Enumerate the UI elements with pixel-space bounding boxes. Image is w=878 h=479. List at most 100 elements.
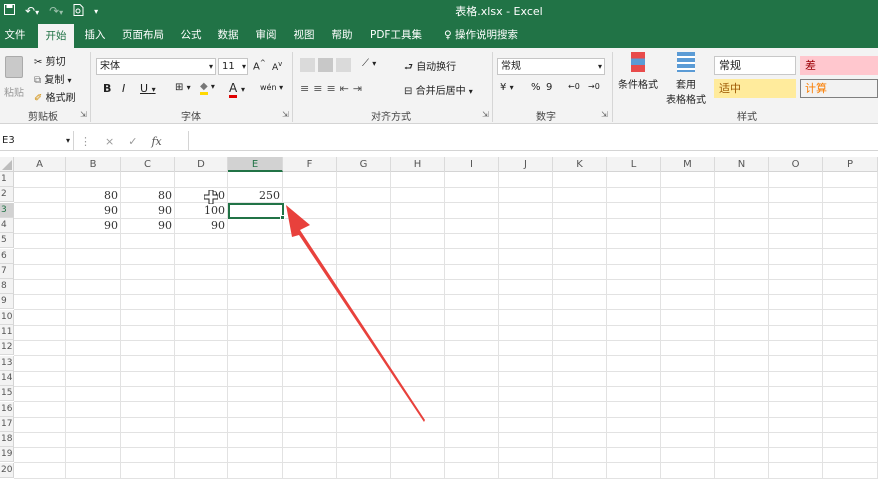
row-header-14[interactable]: 14 xyxy=(0,370,14,386)
style-bad[interactable]: 差 xyxy=(800,56,878,75)
style-neutral[interactable]: 适中 xyxy=(714,79,796,98)
row-header-20[interactable]: 20 xyxy=(0,462,14,478)
increase-indent-icon[interactable]: ⇥ xyxy=(353,82,362,95)
format-painter-button[interactable]: ✐ 格式刷 xyxy=(34,89,76,104)
column-header-a[interactable]: A xyxy=(14,157,66,172)
align-left-icon[interactable]: ≡ xyxy=(300,82,309,95)
cell-b2[interactable]: 80 xyxy=(66,188,121,203)
italic-button[interactable]: I xyxy=(122,82,125,95)
align-right-icon[interactable]: ≡ xyxy=(326,82,335,95)
paste-button[interactable]: 粘贴 xyxy=(2,54,26,104)
wrap-text-button[interactable]: ⮐ 自动换行 xyxy=(404,58,456,77)
orientation-button[interactable]: ⟋ ▾ xyxy=(362,58,376,69)
column-header-n[interactable]: N xyxy=(715,157,769,172)
row-header-17[interactable]: 17 xyxy=(0,416,14,432)
row-header-18[interactable]: 18 xyxy=(0,432,14,448)
tell-me-search[interactable]: ♀ 操作说明搜索 xyxy=(436,22,526,48)
column-header-m[interactable]: M xyxy=(661,157,715,172)
align-bottom-icon[interactable] xyxy=(336,58,351,72)
row-header-12[interactable]: 12 xyxy=(0,340,14,356)
fill-color-button[interactable]: ◆ ▾ xyxy=(200,81,215,95)
dialog-launcher-icon[interactable]: ⇲ xyxy=(80,110,87,119)
row-header-10[interactable]: 10 xyxy=(0,309,14,325)
tab-review[interactable]: 审阅 xyxy=(251,22,281,48)
tab-page-layout[interactable]: 页面布局 xyxy=(118,22,168,48)
grow-font-button[interactable]: A^ xyxy=(253,59,266,72)
column-header-c[interactable]: C xyxy=(121,157,175,172)
column-header-d[interactable]: D xyxy=(175,157,228,172)
comma-style-button[interactable]: 9 xyxy=(546,82,552,93)
row-header-7[interactable]: 7 xyxy=(0,263,14,279)
row-header-8[interactable]: 8 xyxy=(0,279,14,295)
underline-button[interactable]: U ▾ xyxy=(140,82,156,95)
dialog-launcher-icon[interactable]: ⇲ xyxy=(601,110,608,119)
cell-d4[interactable]: 90 xyxy=(175,218,228,233)
column-header-b[interactable]: B xyxy=(66,157,121,172)
currency-button[interactable]: ¥ ▾ xyxy=(500,82,514,93)
decrease-indent-icon[interactable]: ⇤ xyxy=(340,82,349,95)
increase-decimal-button[interactable]: ←0 xyxy=(568,82,580,91)
cut-button[interactable]: ✂ 剪切 xyxy=(34,53,66,68)
format-as-table-button[interactable]: 套用 表格格式 xyxy=(662,52,710,106)
row-header-11[interactable]: 11 xyxy=(0,325,14,340)
column-header-g[interactable]: G xyxy=(337,157,391,172)
cell-d2[interactable]: 90 xyxy=(175,188,228,203)
chevron-down-icon[interactable]: ▾ xyxy=(66,131,70,151)
tab-pdf-tools[interactable]: PDF工具集 xyxy=(366,22,426,48)
name-box[interactable]: E3 ▾ xyxy=(0,131,74,151)
style-normal[interactable]: 常规 xyxy=(714,56,796,75)
column-header-k[interactable]: K xyxy=(553,157,607,172)
column-header-p[interactable]: P xyxy=(823,157,878,172)
font-color-button[interactable]: A ▾ xyxy=(229,81,245,98)
enter-button[interactable]: ✓ xyxy=(128,135,137,148)
select-all-button[interactable] xyxy=(0,157,14,172)
bold-button[interactable]: B xyxy=(103,82,111,95)
row-header-16[interactable]: 16 xyxy=(0,401,14,417)
column-header-j[interactable]: J xyxy=(499,157,553,172)
font-name-select[interactable]: 宋体 ▾ xyxy=(96,58,216,75)
dialog-launcher-icon[interactable]: ⇲ xyxy=(482,110,489,119)
tab-view[interactable]: 视图 xyxy=(289,22,319,48)
cell-c3[interactable]: 90 xyxy=(121,203,175,218)
copy-button[interactable]: ⧉ 复制 ▾ xyxy=(34,71,72,86)
tab-home[interactable]: 开始 xyxy=(38,22,74,48)
shrink-font-button[interactable]: Av xyxy=(272,60,282,73)
font-size-select[interactable]: 11 ▾ xyxy=(218,58,248,75)
row-header-2[interactable]: 2 xyxy=(0,187,14,203)
row-header-1[interactable]: 1 xyxy=(0,172,14,187)
column-header-o[interactable]: O xyxy=(769,157,823,172)
cell-d3[interactable]: 100 xyxy=(175,203,228,218)
row-header-19[interactable]: 19 xyxy=(0,447,14,463)
insert-function-button[interactable]: fx xyxy=(151,135,161,148)
row-header-15[interactable]: 15 xyxy=(0,386,14,402)
row-header-9[interactable]: 9 xyxy=(0,294,14,310)
tab-formulas[interactable]: 公式 xyxy=(176,22,206,48)
column-header-e[interactable]: E xyxy=(228,157,283,172)
cell-b4[interactable]: 90 xyxy=(66,218,121,233)
number-format-select[interactable]: 常规 ▾ xyxy=(497,58,605,75)
column-header-h[interactable]: H xyxy=(391,157,445,172)
column-header-f[interactable]: F xyxy=(283,157,337,172)
align-top-icon[interactable] xyxy=(300,58,315,72)
tab-help[interactable]: 帮助 xyxy=(327,22,357,48)
formula-input[interactable] xyxy=(188,131,878,151)
style-calculation[interactable]: 计算 xyxy=(800,79,878,98)
percent-button[interactable]: % xyxy=(531,82,541,93)
tab-insert[interactable]: 插入 xyxy=(80,22,110,48)
phonetic-button[interactable]: wén ▾ xyxy=(260,83,283,92)
column-header-i[interactable]: I xyxy=(445,157,499,172)
cancel-button[interactable]: × xyxy=(105,135,114,148)
tab-data[interactable]: 数据 xyxy=(213,22,243,48)
conditional-format-button[interactable]: 条件格式 xyxy=(616,52,660,91)
align-center-icon[interactable]: ≡ xyxy=(313,82,322,95)
column-header-l[interactable]: L xyxy=(607,157,661,172)
row-header-6[interactable]: 6 xyxy=(0,248,14,264)
merge-center-button[interactable]: ⊟ 合并后居中 ▾ xyxy=(404,82,473,97)
tab-file[interactable]: 文件 xyxy=(0,22,30,48)
row-header-3[interactable]: 3 xyxy=(0,202,14,218)
cell-b3[interactable]: 90 xyxy=(66,203,121,218)
dialog-launcher-icon[interactable]: ⇲ xyxy=(282,110,289,119)
align-middle-icon[interactable] xyxy=(318,58,333,72)
decrease-decimal-button[interactable]: →0 xyxy=(588,82,600,91)
row-header-5[interactable]: 5 xyxy=(0,233,14,249)
